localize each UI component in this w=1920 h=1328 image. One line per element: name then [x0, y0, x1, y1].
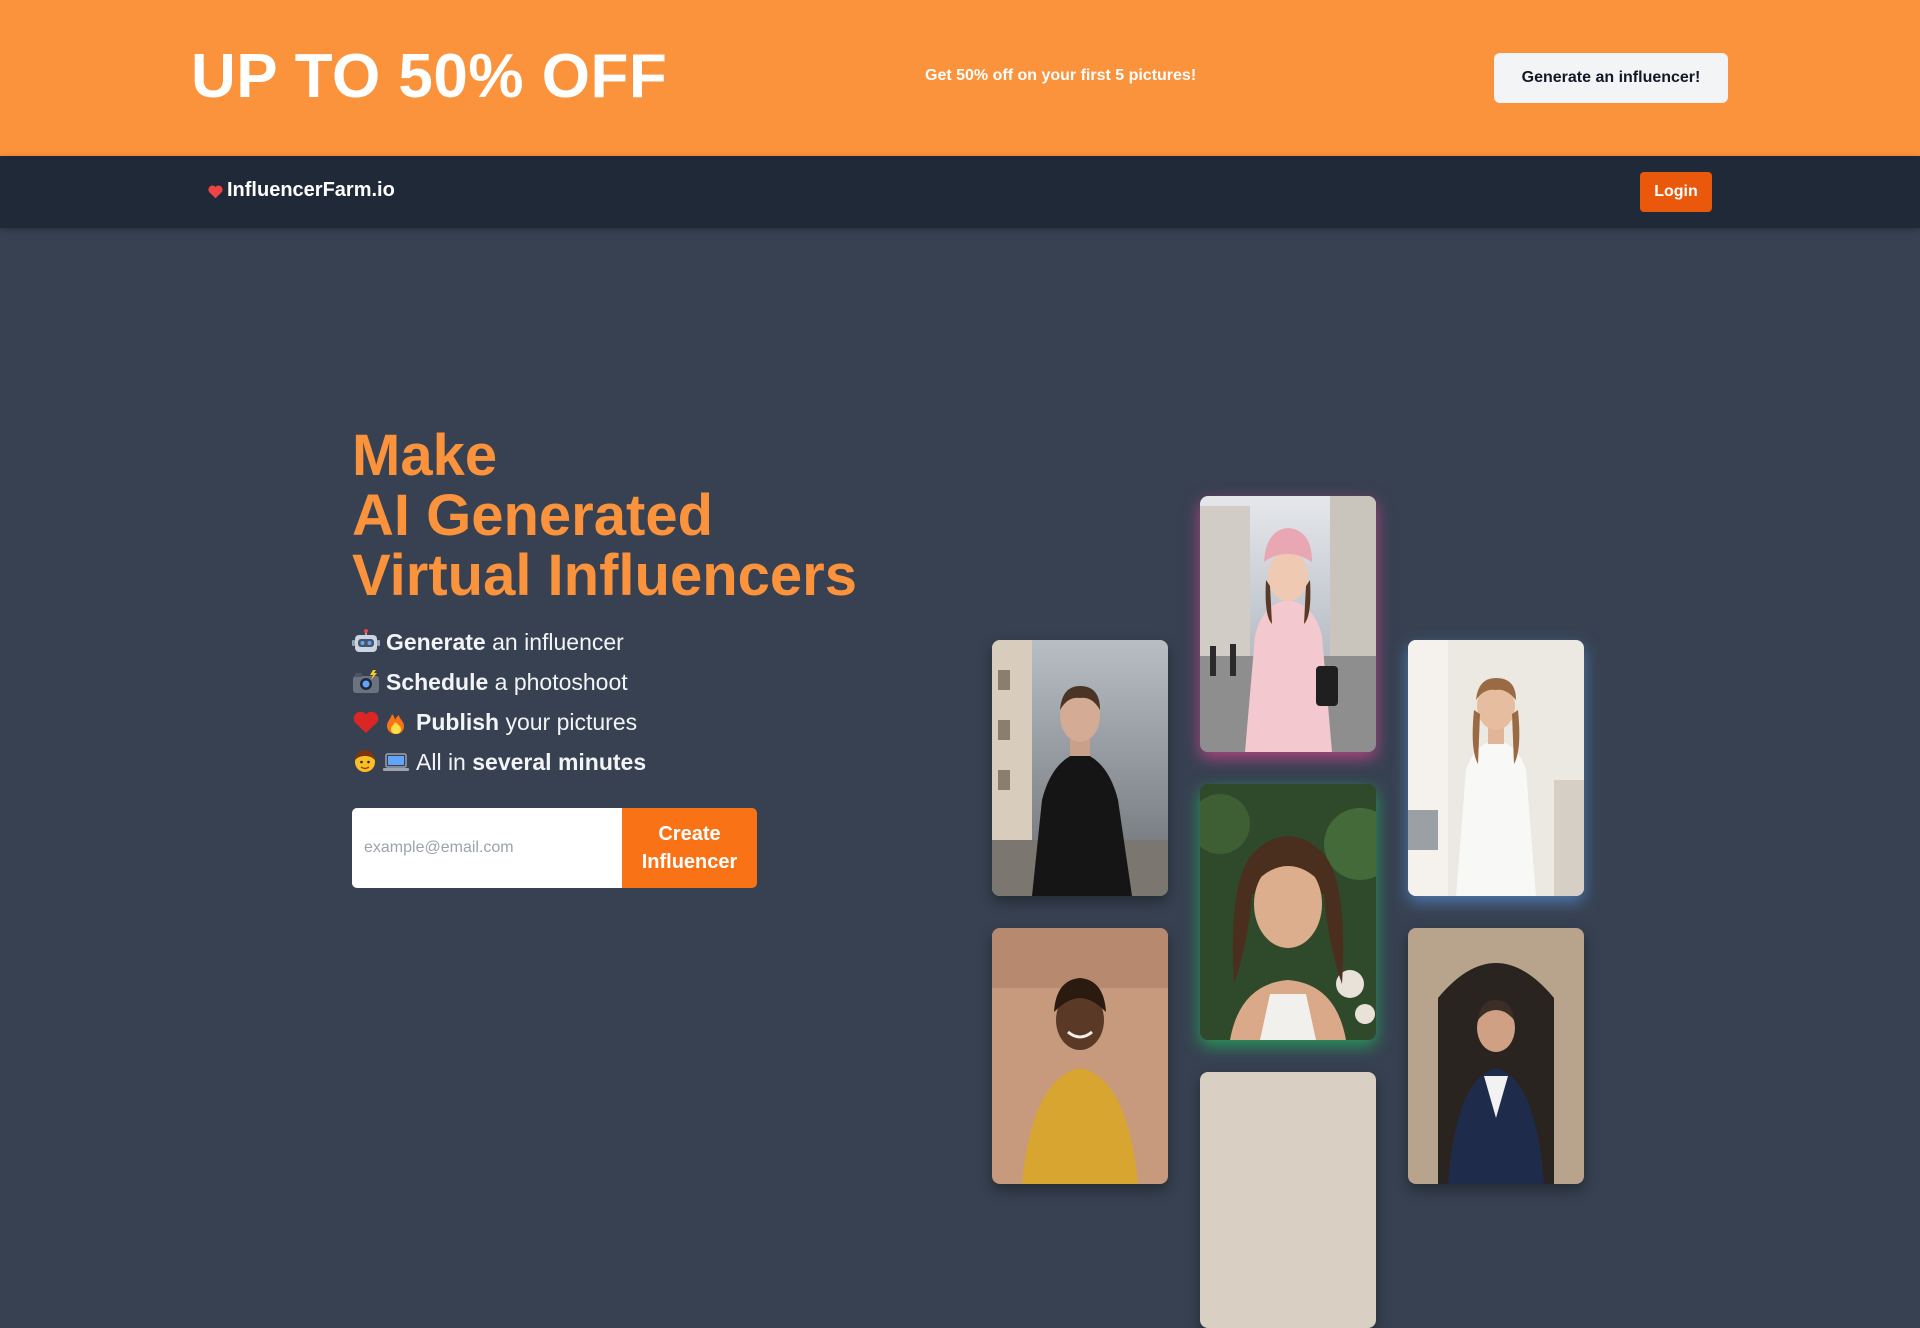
camera-flash-icon	[352, 669, 380, 695]
signup-form: Create Influencer	[352, 808, 757, 888]
man-black-coat-photo	[992, 640, 1168, 896]
partial-photo	[1200, 1072, 1376, 1328]
woman-white-dress-photo	[1408, 640, 1584, 896]
feature-item: Schedule a photoshoot	[352, 662, 646, 702]
brand-name: InfluencerFarm.io	[227, 179, 395, 201]
feature-bold: Schedule	[386, 669, 489, 695]
promo-subtitle: Get 50% off on your first 5 pictures!	[925, 67, 1197, 84]
feature-item: All in several minutes	[352, 742, 646, 782]
feature-text: an influencer	[485, 629, 624, 655]
feature-bold: several minutes	[472, 749, 647, 775]
heart-icon	[208, 185, 223, 198]
promo-title: UP TO 50% OFF	[191, 42, 668, 111]
feature-bold: Publish	[416, 709, 500, 735]
feature-bold: Generate	[386, 629, 486, 655]
feature-text: All in	[416, 749, 473, 775]
generate-influencer-button[interactable]: Generate an influencer!	[1494, 53, 1728, 103]
feature-list: Generate an influencer Schedule a photos…	[352, 622, 646, 782]
hero-title-line: Make	[352, 423, 498, 488]
promo-banner: UP TO 50% OFF Get 50% off on your first …	[0, 0, 1920, 156]
woman-yellow-outfit-photo	[992, 928, 1168, 1184]
create-influencer-button[interactable]: Create Influencer	[622, 808, 757, 888]
feature-text: a photoshoot	[488, 669, 628, 695]
hero-title-line: Virtual Influencers	[352, 543, 857, 608]
brand-logo-link[interactable]: InfluencerFarm.io	[207, 179, 395, 202]
woman-portrait-photo	[1200, 784, 1376, 1040]
feature-item: Publish your pictures	[352, 702, 646, 742]
email-input[interactable]	[352, 808, 622, 888]
login-button[interactable]: Login	[1640, 172, 1712, 212]
navbar: InfluencerFarm.io Login	[0, 156, 1920, 228]
hero-title-line: AI Generated	[352, 483, 713, 548]
robot-icon	[352, 629, 380, 655]
woman-pink-coat-photo	[1200, 496, 1376, 752]
feature-text: your pictures	[499, 709, 638, 735]
feature-item: Generate an influencer	[352, 622, 646, 662]
person-laptop-icon	[352, 749, 410, 775]
heart-fire-icon	[352, 709, 410, 735]
man-blue-blazer-photo	[1408, 928, 1584, 1184]
hero-title: Make AI Generated Virtual Influencers	[352, 426, 857, 606]
